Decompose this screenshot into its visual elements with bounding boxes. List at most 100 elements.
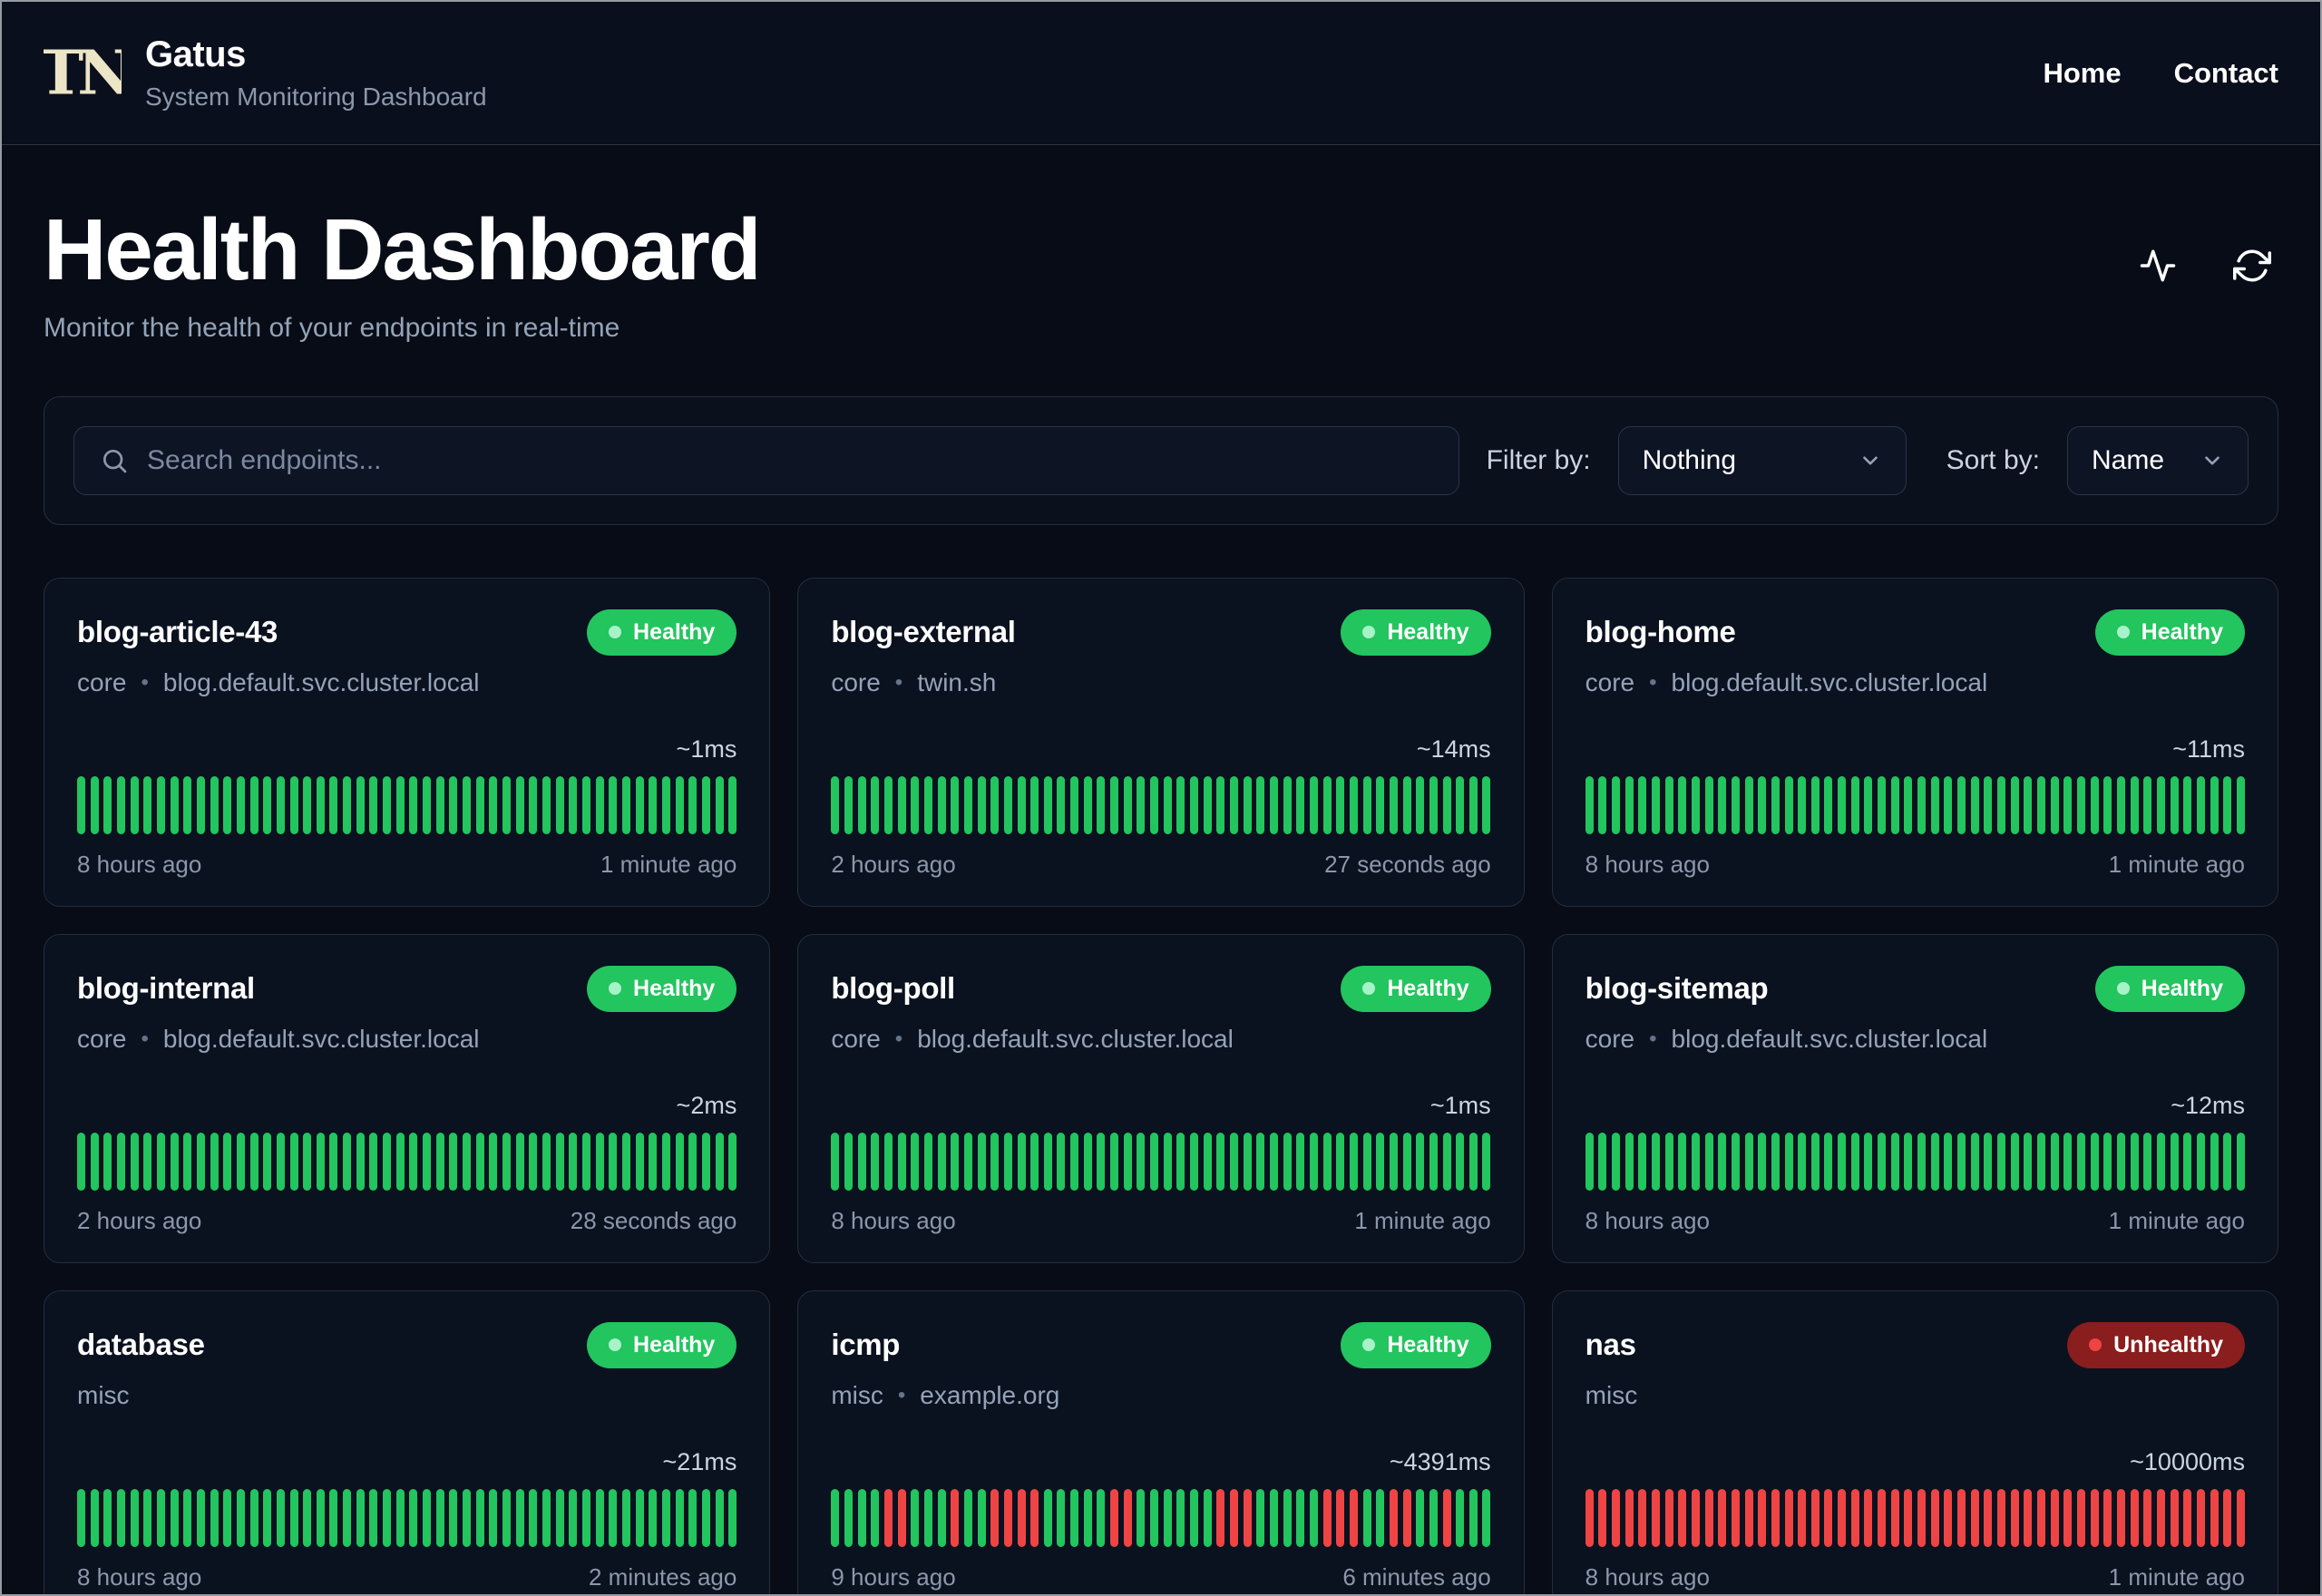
status-bar[interactable] <box>675 1488 684 1547</box>
status-bar[interactable] <box>609 1132 618 1191</box>
status-bar[interactable] <box>1731 1132 1740 1191</box>
sort-select[interactable]: Name <box>2067 425 2249 495</box>
status-bar[interactable] <box>1944 1132 1953 1191</box>
status-bar[interactable] <box>223 1488 232 1547</box>
status-bar[interactable] <box>343 775 352 834</box>
status-bar[interactable] <box>356 1488 365 1547</box>
status-bar[interactable] <box>303 1488 312 1547</box>
status-bar[interactable] <box>2076 775 2085 834</box>
status-bar[interactable] <box>1349 1132 1358 1191</box>
status-bar[interactable] <box>1930 1488 1939 1547</box>
status-bar[interactable] <box>103 1132 112 1191</box>
status-bar[interactable] <box>1917 1132 1927 1191</box>
status-bar[interactable] <box>1137 1132 1146 1191</box>
status-bar[interactable] <box>541 1488 551 1547</box>
status-bar[interactable] <box>1256 1488 1265 1547</box>
status-bar[interactable] <box>1097 1488 1106 1547</box>
status-bar[interactable] <box>1598 1132 1607 1191</box>
status-bar[interactable] <box>1731 1488 1740 1547</box>
status-bar[interactable] <box>1322 775 1332 834</box>
status-bar[interactable] <box>831 1488 840 1547</box>
status-bar[interactable] <box>1718 775 1727 834</box>
status-bar[interactable] <box>1798 775 1807 834</box>
status-bar[interactable] <box>2116 775 2125 834</box>
status-bar[interactable] <box>1349 1488 1358 1547</box>
status-bar[interactable] <box>1744 1488 1753 1547</box>
status-bar[interactable] <box>423 775 432 834</box>
status-bar[interactable] <box>977 775 986 834</box>
status-bar[interactable] <box>635 1488 644 1547</box>
status-bar[interactable] <box>210 1488 219 1547</box>
status-bar[interactable] <box>555 1488 564 1547</box>
status-bar[interactable] <box>1030 1488 1039 1547</box>
status-bar[interactable] <box>923 1132 932 1191</box>
status-bar[interactable] <box>1083 775 1092 834</box>
status-bar[interactable] <box>1838 1488 1847 1547</box>
status-bar[interactable] <box>1203 1132 1212 1191</box>
status-bar[interactable] <box>2116 1132 2125 1191</box>
status-bar[interactable] <box>595 1132 604 1191</box>
status-bar[interactable] <box>1468 775 1478 834</box>
status-bar[interactable] <box>555 1132 564 1191</box>
endpoint-card[interactable]: blog-external Healthy core • twin.sh ~14ms 2 h… <box>797 577 1525 907</box>
status-bar[interactable] <box>329 1488 338 1547</box>
status-bar[interactable] <box>1930 1132 1939 1191</box>
status-bar[interactable] <box>541 1132 551 1191</box>
status-bar[interactable] <box>1216 775 1225 834</box>
status-bar[interactable] <box>435 775 444 834</box>
status-bar[interactable] <box>1585 1488 1594 1547</box>
status-bar[interactable] <box>1416 1132 1425 1191</box>
status-bar[interactable] <box>857 1132 866 1191</box>
status-bar[interactable] <box>303 1132 312 1191</box>
status-bar[interactable] <box>923 1488 932 1547</box>
status-bar[interactable] <box>1110 1132 1119 1191</box>
status-bar[interactable] <box>210 775 219 834</box>
status-bar[interactable] <box>911 775 920 834</box>
status-bar[interactable] <box>1624 775 1634 834</box>
status-bar[interactable] <box>1691 1132 1700 1191</box>
status-bar[interactable] <box>463 1132 472 1191</box>
status-bar[interactable] <box>2196 775 2205 834</box>
status-bar[interactable] <box>395 775 405 834</box>
status-bar[interactable] <box>1456 1132 1465 1191</box>
status-bar[interactable] <box>621 775 630 834</box>
status-bar[interactable] <box>569 1132 578 1191</box>
status-bar[interactable] <box>2143 775 2152 834</box>
status-bar[interactable] <box>1322 1488 1332 1547</box>
status-bar[interactable] <box>1890 1132 1899 1191</box>
status-bar[interactable] <box>1970 1132 1979 1191</box>
status-bar[interactable] <box>1482 1488 1491 1547</box>
status-bar[interactable] <box>515 1132 524 1191</box>
status-bar[interactable] <box>103 1488 112 1547</box>
status-bar[interactable] <box>1744 1132 1753 1191</box>
status-bar[interactable] <box>990 775 1000 834</box>
status-bar[interactable] <box>2103 775 2112 834</box>
status-bar[interactable] <box>529 1132 538 1191</box>
status-bar[interactable] <box>156 1132 165 1191</box>
status-bar[interactable] <box>541 775 551 834</box>
status-bar[interactable] <box>1216 1132 1225 1191</box>
status-bar[interactable] <box>595 775 604 834</box>
status-bar[interactable] <box>1798 1132 1807 1191</box>
status-bar[interactable] <box>1678 1132 1687 1191</box>
status-bar[interactable] <box>2103 1488 2112 1547</box>
status-bar[interactable] <box>1110 775 1119 834</box>
status-bar[interactable] <box>1429 1488 1438 1547</box>
status-bar[interactable] <box>116 775 125 834</box>
status-bar[interactable] <box>1864 1488 1873 1547</box>
status-bar[interactable] <box>116 1488 125 1547</box>
status-bar[interactable] <box>844 1488 853 1547</box>
status-bar[interactable] <box>475 1132 484 1191</box>
status-bar[interactable] <box>701 1132 710 1191</box>
status-bar[interactable] <box>1043 1488 1052 1547</box>
refresh-icon[interactable] <box>2233 247 2271 285</box>
status-bar[interactable] <box>130 1132 139 1191</box>
status-bar[interactable] <box>515 775 524 834</box>
status-bar[interactable] <box>2024 775 2033 834</box>
status-bar[interactable] <box>951 1132 960 1191</box>
status-bar[interactable] <box>581 1132 590 1191</box>
status-bar[interactable] <box>2183 1132 2192 1191</box>
status-bar[interactable] <box>701 775 710 834</box>
status-bar[interactable] <box>1243 1488 1252 1547</box>
status-bar[interactable] <box>977 1488 986 1547</box>
